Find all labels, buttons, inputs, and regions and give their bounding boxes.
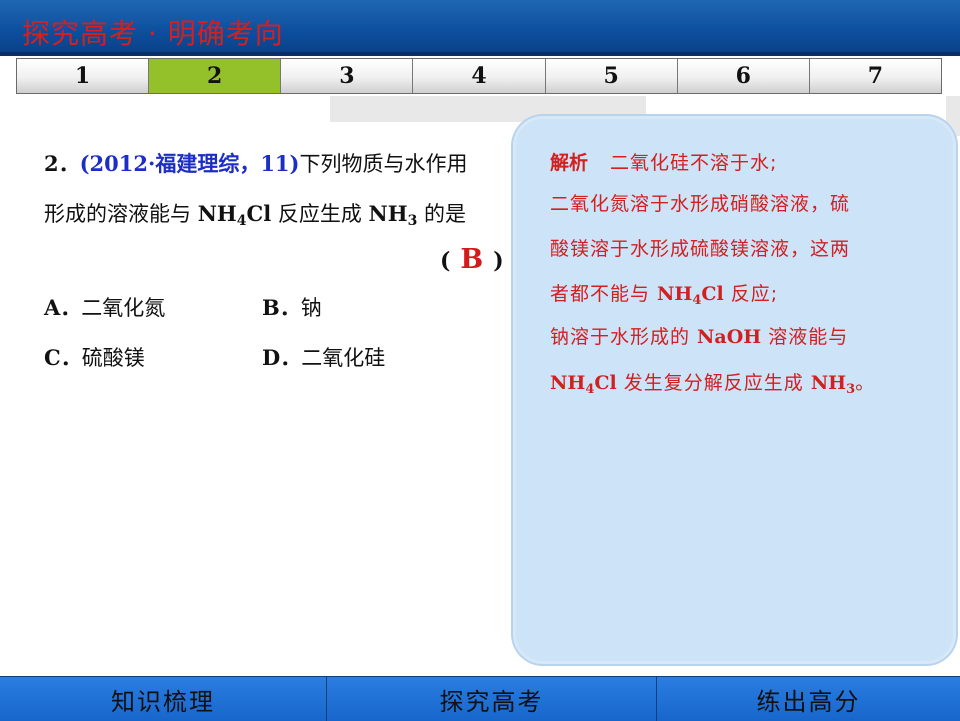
tab-6[interactable]: 6: [677, 59, 810, 93]
explanation-text-1: 二氧化硅不溶于水;: [610, 152, 778, 174]
explanation-nh4cl-cl: Cl: [701, 283, 724, 305]
option-a-text: 二氧化氮: [81, 296, 166, 320]
option-d-label: D．: [262, 345, 302, 370]
explanation-text-6c: 。: [855, 372, 876, 394]
explanation-text-5b: 溶液能与: [761, 326, 849, 348]
header-divider: [0, 52, 960, 56]
explanation-nh3-nh: NH: [810, 372, 847, 394]
explanation-text-4b: 反应;: [723, 283, 779, 305]
answer-paren-close: ): [493, 248, 504, 274]
question-source: (2012·福建理综，11): [79, 151, 300, 176]
explanation-line-6: NH4Cl 发生复分解反应生成 NH3。: [550, 368, 875, 397]
option-c-text: 硫酸镁: [81, 346, 145, 370]
explanation-line-1: 解析 二氧化硅不溶于水;: [550, 148, 777, 175]
page-title: 探究高考 · 明确考向: [22, 17, 284, 50]
question-number: 2．: [44, 151, 80, 176]
explanation-nh4cl2-nh: NH: [550, 372, 586, 394]
explanation-text-4a: 者都不能与: [550, 283, 658, 305]
question-line-2: 形成的溶液能与 NH4Cl 反应生成 NH3 的是: [44, 198, 466, 229]
tab-5[interactable]: 5: [545, 59, 678, 93]
option-a-label: A．: [44, 295, 82, 320]
explanation-line-5: 钠溶于水形成的 NaOH 溶液能与: [550, 322, 848, 349]
tab-4[interactable]: 4: [413, 59, 546, 93]
option-d[interactable]: D．二氧化硅: [262, 342, 385, 372]
footer-knowledge-button[interactable]: 知识梳理: [0, 677, 327, 721]
explanation-nh3-sub: 3: [846, 382, 856, 397]
formula-nh4cl-nh: NH: [197, 201, 237, 226]
header-bar: 探究高考 · 明确考向: [0, 0, 960, 56]
option-c-label: C．: [44, 345, 82, 370]
question-text-2b: 反应生成: [271, 202, 369, 226]
formula-nh3-nh: NH: [368, 201, 408, 226]
explanation-line-4: 者都不能与 NH4Cl 反应;: [550, 279, 778, 308]
explanation-text-5a: 钠溶于水形成的: [550, 326, 698, 348]
question-line-1: 2．(2012·福建理综，11)下列物质与水作用: [44, 148, 467, 178]
explanation-nh4cl2-cl: Cl: [594, 372, 617, 394]
explanation-line-2: 二氧化氮溶于水形成硝酸溶液，硫: [550, 193, 851, 215]
option-b-label: B．: [262, 295, 301, 320]
explanation-line-3: 酸镁溶于水形成硫酸镁溶液，这两: [550, 238, 851, 260]
answer-paren-open: (: [440, 248, 451, 274]
option-d-text: 二氧化硅: [301, 346, 386, 370]
option-c[interactable]: C．硫酸镁: [44, 342, 145, 372]
formula-nh3: NH3: [368, 201, 418, 229]
formula-nh3-sub: 3: [407, 213, 418, 229]
tab-1[interactable]: 1: [17, 59, 150, 93]
question-text-2c: 的是: [417, 202, 467, 226]
question-text-1: 下列物质与水作用: [299, 152, 468, 176]
formula-nh4cl: NH4Cl: [197, 201, 272, 229]
question-tab-bar: 1 2 3 4 5 6 7: [16, 58, 942, 94]
explanation-heading: 解析: [550, 152, 589, 174]
explanation-nh4cl-nh: NH: [657, 283, 693, 305]
formula-nh4cl-cl: Cl: [246, 201, 272, 226]
answer-letter: B: [460, 244, 484, 275]
option-b[interactable]: B．钠: [262, 292, 322, 322]
tab-7[interactable]: 7: [809, 59, 941, 93]
option-a[interactable]: A．二氧化氮: [44, 292, 165, 322]
footer-practice-button[interactable]: 练出高分: [657, 677, 960, 721]
answer-slot: ( B): [440, 244, 504, 275]
tab-3[interactable]: 3: [281, 59, 414, 93]
question-text-2a: 形成的溶液能与: [44, 202, 198, 226]
explanation-text-6b: 发生复分解反应生成: [616, 372, 811, 394]
footer-exam-button[interactable]: 探究高考: [327, 677, 657, 721]
explanation-naoh: NaOH: [697, 326, 762, 348]
tab-2[interactable]: 2: [149, 59, 282, 93]
option-b-text: 钠: [300, 296, 322, 320]
footer-nav: 知识梳理 探究高考 练出高分: [0, 676, 960, 721]
